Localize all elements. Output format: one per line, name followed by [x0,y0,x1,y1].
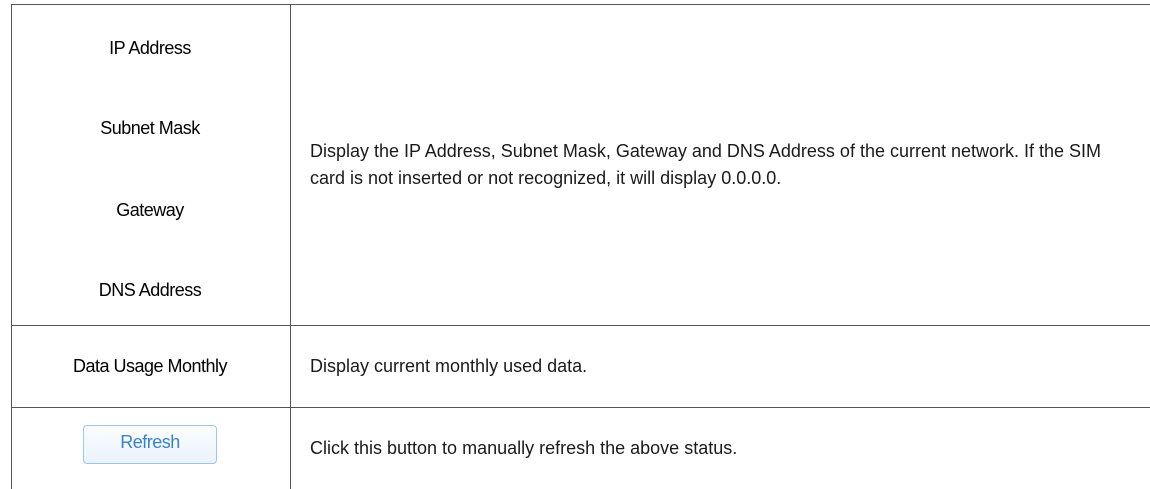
refresh-button-cell: Refresh [11,408,289,489]
parameter-table: IP Address Subnet Mask Gateway DNS Addre… [0,0,1150,489]
gateway-label: Gateway [116,199,184,220]
data-usage-monthly-label: Data Usage Monthly [72,356,228,376]
refresh-description: Click this button to manually refresh th… [310,438,738,458]
refresh-button[interactable]: Refresh [83,425,217,464]
network-description: Display the IP Address, Subnet Mask, Gat… [310,141,1102,188]
data-usage-description: Display current monthly used data. [310,356,588,376]
dns-address-label: DNS Address [98,279,202,300]
ip-address-label: IP Address [109,37,191,58]
subnet-mask-label: Subnet Mask [100,117,200,138]
